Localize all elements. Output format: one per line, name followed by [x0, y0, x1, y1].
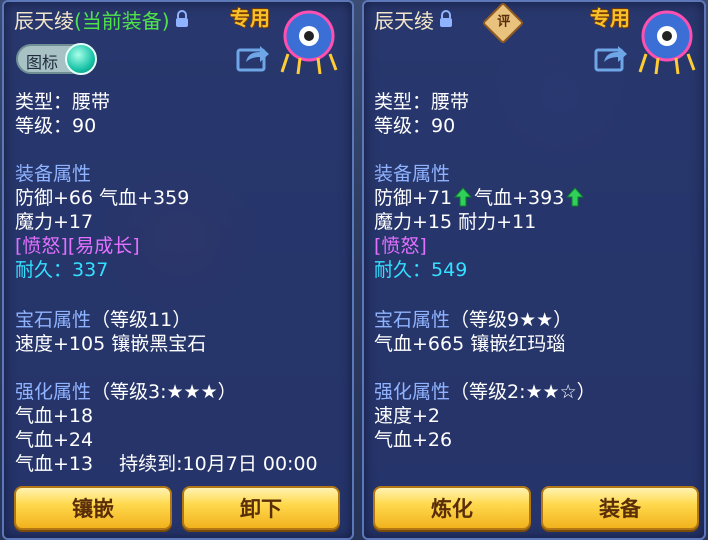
item-name: 辰天绫 — [14, 8, 74, 33]
equip-button[interactable]: 装备 — [541, 486, 699, 530]
enhance-line-3-value: 气血+13 — [15, 453, 94, 475]
enhance-level: （等级3:★★★） — [91, 381, 237, 403]
attr-defense: 防御+71 — [374, 187, 453, 209]
level-line: 等级：90 — [15, 115, 97, 137]
rate-icon[interactable]: 评 — [481, 1, 525, 45]
lock-icon — [440, 10, 452, 27]
toggle-knob — [65, 43, 97, 75]
special-effects: [愤怒][易成长] — [15, 235, 140, 257]
arrow-up-icon — [454, 187, 473, 207]
gem-line: 速度+105 镶嵌黑宝石 — [15, 333, 207, 355]
enhance-line-1: 速度+2 — [374, 405, 441, 427]
enhance-line-2: 气血+26 — [374, 429, 453, 451]
enhance-line-1: 气血+18 — [15, 405, 94, 427]
durability-value: 549 — [431, 259, 468, 281]
enhance-line-3: 气血+13 持续到:10月7日 00:00 — [15, 452, 318, 476]
exclusive-label: 专用 — [230, 6, 270, 30]
durability-label: 耐久： — [15, 259, 73, 281]
item-title: 辰天绫 — [374, 4, 454, 34]
attr-line-1: 防御+71 气血+393 — [374, 186, 586, 210]
enhance-header: 强化属性 — [15, 381, 92, 403]
attr-line-1: 防御+66 气血+359 — [15, 187, 190, 209]
mascot-icon — [638, 10, 696, 75]
gem-level: （等级9★★） — [450, 309, 573, 331]
enhance-header: 强化属性 — [374, 381, 451, 403]
enhance-header-line: 强化属性（等级2:★★☆） — [374, 380, 596, 404]
share-icon[interactable] — [236, 42, 270, 72]
lock-icon — [175, 10, 188, 27]
equip-attr-header: 装备属性 — [374, 163, 451, 185]
arrow-up-icon — [566, 187, 585, 207]
gem-header: 宝石属性 — [374, 309, 451, 331]
inlay-button[interactable]: 镶嵌 — [14, 486, 172, 530]
current-equipment-panel: 辰天绫 (当前装备) 专用 图标 类型：腰带 等级：90 装备属性 防御+66 … — [2, 0, 354, 540]
icon-toggle-label: 图标 — [26, 53, 59, 72]
refine-button[interactable]: 炼化 — [373, 486, 531, 530]
gem-level: （等级11） — [91, 309, 192, 331]
exclusive-label: 专用 — [590, 6, 630, 30]
gem-header-line: 宝石属性（等级9★★） — [374, 308, 572, 332]
special-effects: [愤怒] — [374, 235, 427, 257]
enhance-header-line: 强化属性（等级3:★★★） — [15, 380, 237, 404]
icon-toggle[interactable]: 图标 — [16, 43, 97, 75]
enhance-level: （等级2:★★☆） — [450, 381, 596, 403]
compare-equipment-panel: 辰天绫 评 专用 类型：腰带 等级：90 装备属性 防御+71 气血+393 魔力… — [362, 0, 706, 540]
gem-header: 宝石属性 — [15, 309, 92, 331]
durability-value: 337 — [72, 259, 109, 281]
mascot-icon — [280, 10, 338, 75]
attr-line-2: 魔力+15 耐力+11 — [374, 211, 537, 233]
gem-header-line: 宝石属性（等级11） — [15, 308, 191, 332]
item-name: 辰天绫 — [374, 8, 434, 33]
equipped-tag: (当前装备) — [74, 8, 170, 33]
gem-line: 气血+665 镶嵌红玛瑙 — [374, 333, 566, 355]
durability-label: 耐久： — [374, 259, 432, 281]
share-icon[interactable] — [594, 42, 628, 72]
attr-hp: 气血+393 — [474, 187, 565, 209]
equip-attr-header: 装备属性 — [15, 163, 92, 185]
rate-badge-text: 评 — [497, 14, 511, 30]
attr-line-2: 魔力+17 — [15, 211, 94, 233]
level-line: 等级：90 — [374, 115, 456, 137]
enhance-expire: 持续到:10月7日 00:00 — [119, 453, 318, 475]
type-line: 类型：腰带 — [374, 91, 470, 113]
unequip-button[interactable]: 卸下 — [182, 486, 340, 530]
type-line: 类型：腰带 — [15, 91, 111, 113]
durability-line: 耐久：549 — [374, 258, 467, 282]
item-title: 辰天绫 (当前装备) — [14, 4, 190, 34]
enhance-line-2: 气血+24 — [15, 429, 94, 451]
durability-line: 耐久：337 — [15, 258, 108, 282]
